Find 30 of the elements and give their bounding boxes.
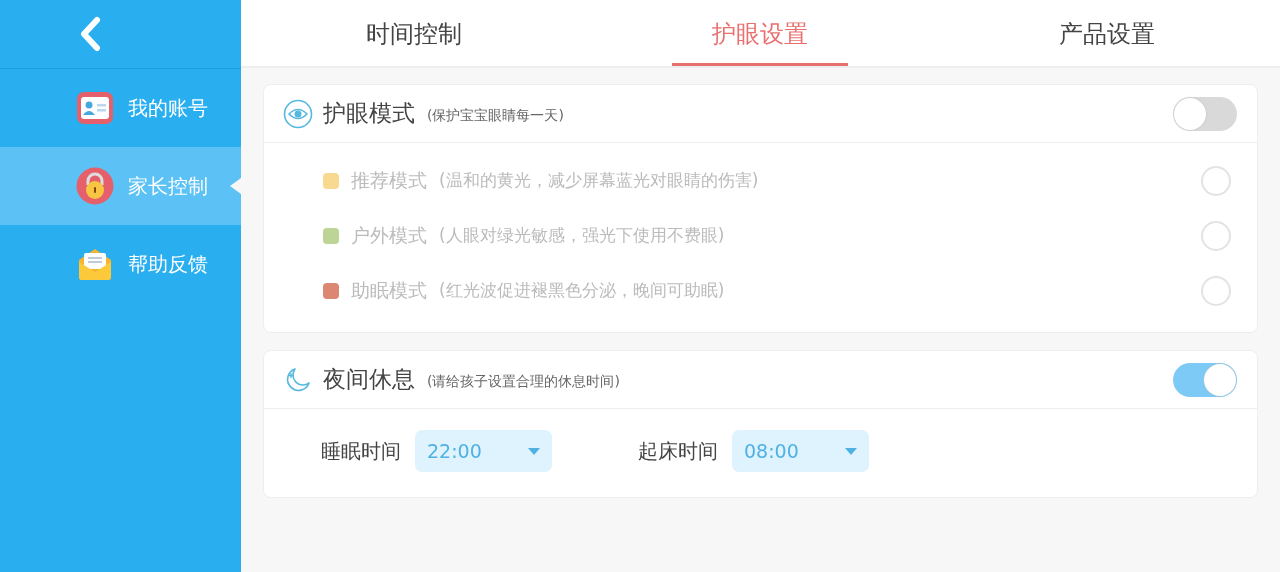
envelope-icon <box>76 246 114 282</box>
field-label: 睡眠时间 <box>321 437 401 465</box>
caret-icon <box>528 447 540 455</box>
padlock-icon <box>76 167 114 205</box>
mode-description: (人眼对绿光敏感，强光下使用不费眼) <box>439 224 725 247</box>
time-dropdown[interactable]: 08:00 <box>732 430 869 472</box>
toggle-switch[interactable] <box>1173 96 1237 131</box>
mode-description: (温和的黄光，减少屏幕蓝光对眼睛的伤害) <box>439 169 759 192</box>
mode-name: 助眠模式 <box>351 277 427 303</box>
sidebar-item[interactable]: 帮助反馈 <box>0 225 241 303</box>
mode-name: 推荐模式 <box>351 167 427 193</box>
field-label: 起床时间 <box>638 437 718 465</box>
section-title: 夜间休息 <box>323 365 415 394</box>
selection-pointer <box>230 178 241 194</box>
mode-description: (红光波促进褪黑色分泌，晚间可助眠) <box>439 279 725 302</box>
eye-icon <box>283 98 313 129</box>
toggle-switch[interactable] <box>1173 362 1237 397</box>
section-title: 护眼模式 <box>323 99 415 128</box>
sidebar-item[interactable]: 家长控制 <box>0 147 241 225</box>
tab[interactable]: 产品设置 <box>1018 0 1195 66</box>
id-card-icon <box>76 91 114 125</box>
tab[interactable]: 护眼设置 <box>672 0 849 66</box>
tab[interactable]: 时间控制 <box>326 0 503 66</box>
sidebar-item[interactable]: 我的账号 <box>0 69 241 147</box>
back-icon[interactable] <box>78 16 102 52</box>
time-dropdown[interactable]: 22:00 <box>415 430 552 472</box>
section-subtitle: (请给孩子设置合理的休息时间) <box>427 372 620 391</box>
caret-icon <box>845 447 857 455</box>
section-subtitle: (保护宝宝眼睛每一天) <box>427 106 564 125</box>
mode-name: 户外模式 <box>351 222 427 248</box>
